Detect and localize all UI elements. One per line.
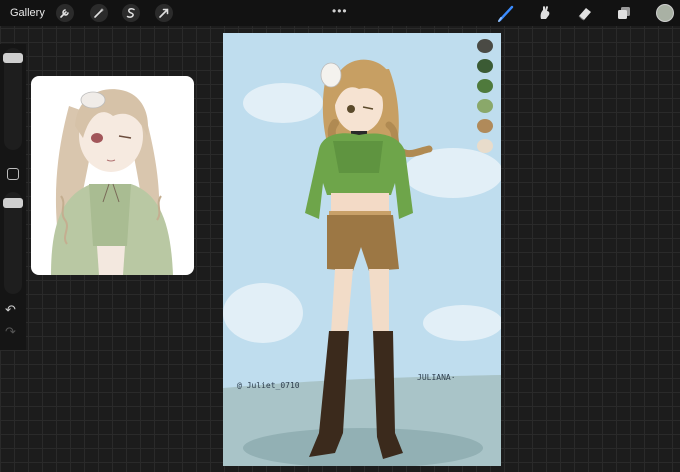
palette-swatch — [477, 39, 493, 53]
artwork — [223, 39, 501, 466]
brush-size-slider[interactable] — [4, 48, 22, 150]
reference-window[interactable] — [31, 76, 194, 275]
palette-swatch — [477, 79, 493, 93]
character-name-label: JULIANA· — [417, 373, 456, 382]
brush-icon — [498, 5, 514, 22]
magic-wand-icon — [94, 8, 104, 18]
drawing-canvas[interactable]: @ Juliet_0710 JULIANA· — [223, 33, 501, 466]
brush-size-thumb[interactable] — [3, 53, 23, 63]
modify-button[interactable] — [7, 168, 19, 180]
eraser-icon — [578, 8, 591, 21]
top-toolbar: Gallery ••• — [0, 0, 680, 26]
selection-button[interactable] — [122, 4, 140, 22]
undo-icon[interactable]: ↶ — [5, 302, 16, 318]
smudge-icon — [540, 6, 550, 19]
reference-image — [51, 89, 173, 275]
palette-swatch — [477, 59, 493, 73]
transform-arrow-icon — [159, 8, 169, 18]
palette-swatch — [477, 139, 493, 153]
transform-button[interactable] — [155, 4, 173, 22]
more-options-icon[interactable]: ••• — [332, 4, 348, 18]
eraser-tool-button[interactable] — [575, 3, 595, 23]
left-sidebar: ↶ ↷ — [0, 44, 26, 350]
wrench-icon — [60, 9, 69, 18]
smudge-tool-button[interactable] — [535, 3, 555, 23]
color-palette — [477, 39, 493, 153]
selection-s-icon — [126, 8, 135, 18]
layers-button[interactable] — [614, 3, 634, 23]
actions-button[interactable] — [56, 4, 74, 22]
palette-swatch — [477, 119, 493, 133]
color-picker-button[interactable] — [656, 4, 674, 22]
gallery-button[interactable]: Gallery — [10, 7, 45, 19]
adjustments-button[interactable] — [90, 4, 108, 22]
palette-swatch — [477, 99, 493, 113]
artist-signature: @ Juliet_0710 — [237, 381, 300, 390]
opacity-thumb[interactable] — [3, 198, 23, 208]
redo-icon[interactable]: ↷ — [5, 324, 16, 340]
brush-tool-button[interactable] — [496, 3, 516, 23]
layers-icon — [618, 7, 630, 19]
